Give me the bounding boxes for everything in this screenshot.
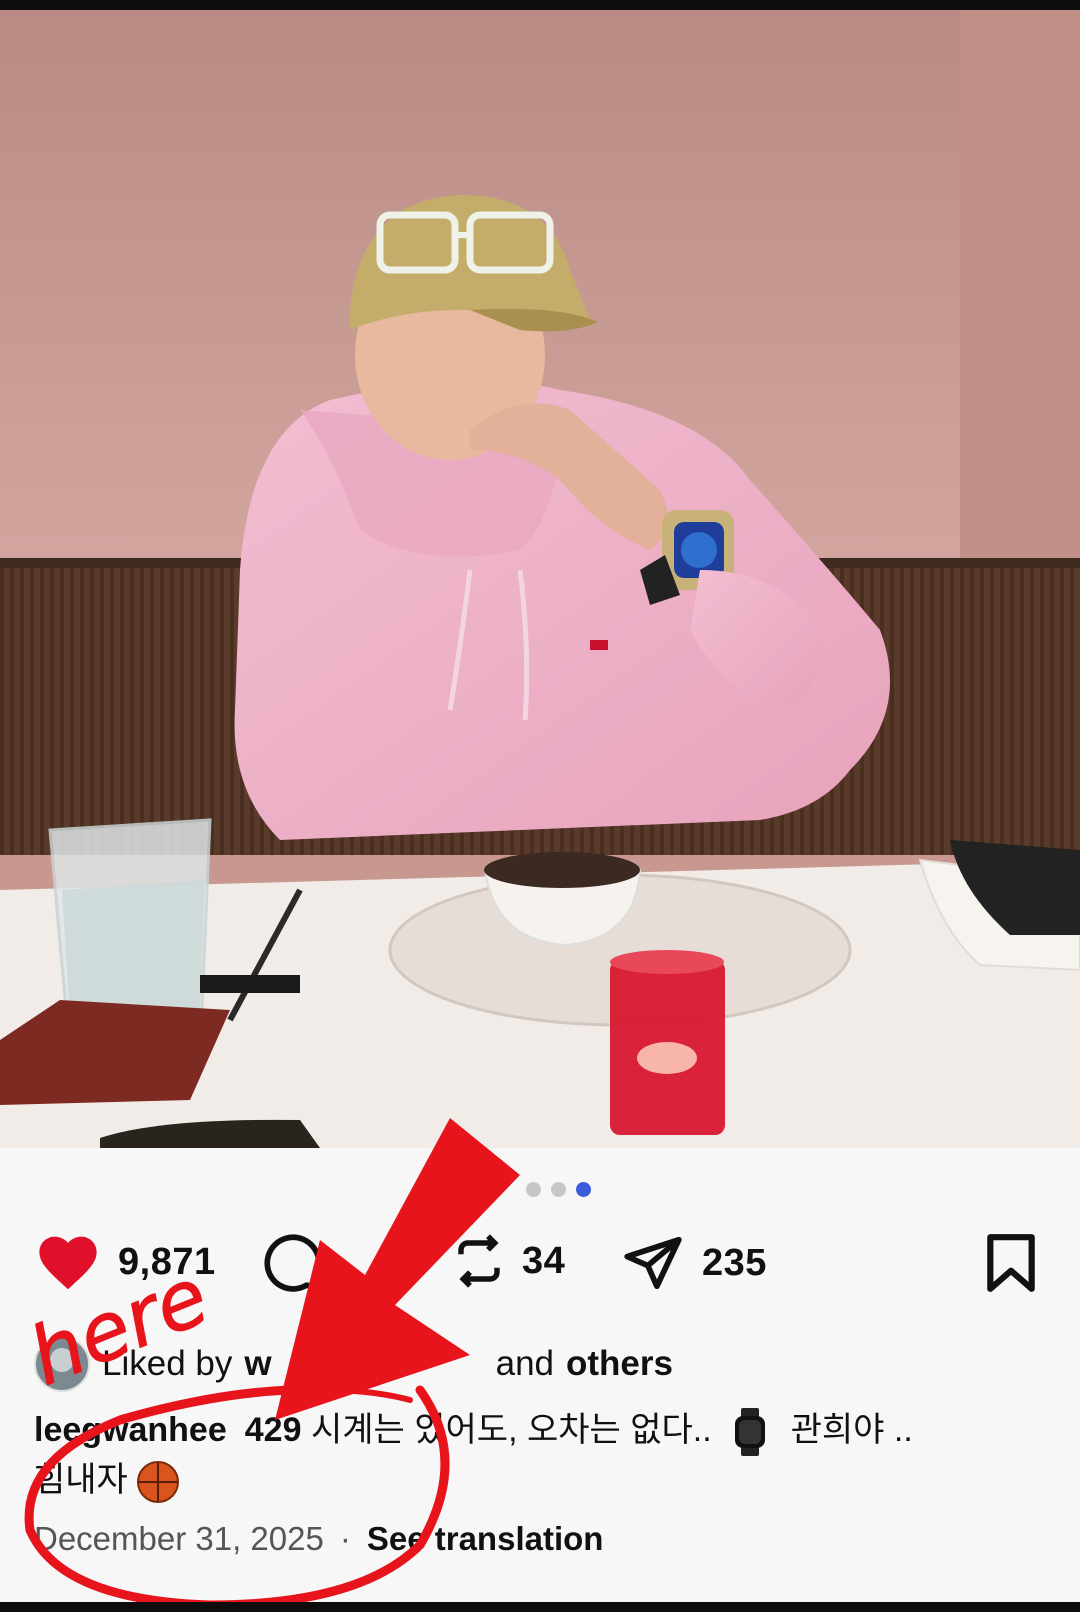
liked-by-others[interactable]: others xyxy=(566,1344,673,1384)
share-button[interactable]: 235 xyxy=(620,1232,767,1294)
liked-by-prefix: Liked by xyxy=(102,1344,233,1383)
repost-button[interactable]: 34 xyxy=(452,1232,565,1290)
bookmark-icon xyxy=(987,1234,1035,1292)
post-caption: leegwanhee 429 시계는 있어도, 오차는 없다.. 관희야 .. 힘… xyxy=(34,1406,1044,1504)
caption-text-line1-tail: 관희야 .. xyxy=(790,1411,913,1449)
action-bar: 9,871 34 235 xyxy=(34,1232,1044,1302)
post-photo[interactable] xyxy=(0,10,1080,1148)
save-button[interactable] xyxy=(984,1232,1038,1294)
comment-icon xyxy=(264,1234,322,1292)
post-date: December 31, 2025 xyxy=(34,1520,324,1557)
post-meta: December 31, 2025 · See translation xyxy=(34,1520,603,1558)
comment-button[interactable] xyxy=(262,1232,324,1294)
repost-icon xyxy=(458,1234,500,1288)
bottom-edge xyxy=(0,1602,1080,1612)
caption-text-line2: 힘내자 xyxy=(34,1461,128,1500)
caption-username[interactable]: leegwanhee xyxy=(34,1411,227,1449)
liked-by-row[interactable]: Liked by w and others xyxy=(34,1336,673,1392)
liked-by-user[interactable]: w xyxy=(244,1344,271,1384)
liker-avatar[interactable] xyxy=(34,1336,90,1392)
paper-plane-icon xyxy=(624,1236,682,1290)
photo-illustration xyxy=(0,10,1080,1148)
basketball-emoji xyxy=(137,1461,180,1504)
caption-text-line1: 시계는 있어도, 오차는 없다.. xyxy=(310,1411,712,1449)
like-button[interactable]: 9,871 xyxy=(34,1232,216,1292)
liked-by-and: and xyxy=(495,1344,555,1383)
meta-separator: · xyxy=(339,1520,351,1557)
carousel-dot xyxy=(551,1182,566,1197)
carousel-dot xyxy=(526,1182,541,1197)
repost-count: 34 xyxy=(522,1239,566,1282)
heart-filled-icon xyxy=(39,1236,97,1290)
share-count: 235 xyxy=(702,1241,767,1284)
like-count: 9,871 xyxy=(118,1240,216,1283)
watch-emoji xyxy=(735,1408,766,1457)
see-translation-link[interactable]: See translation xyxy=(367,1520,604,1558)
carousel-dot-active xyxy=(576,1182,591,1197)
caption-username-tail[interactable]: 429 xyxy=(245,1411,302,1449)
carousel-indicator xyxy=(526,1182,591,1197)
